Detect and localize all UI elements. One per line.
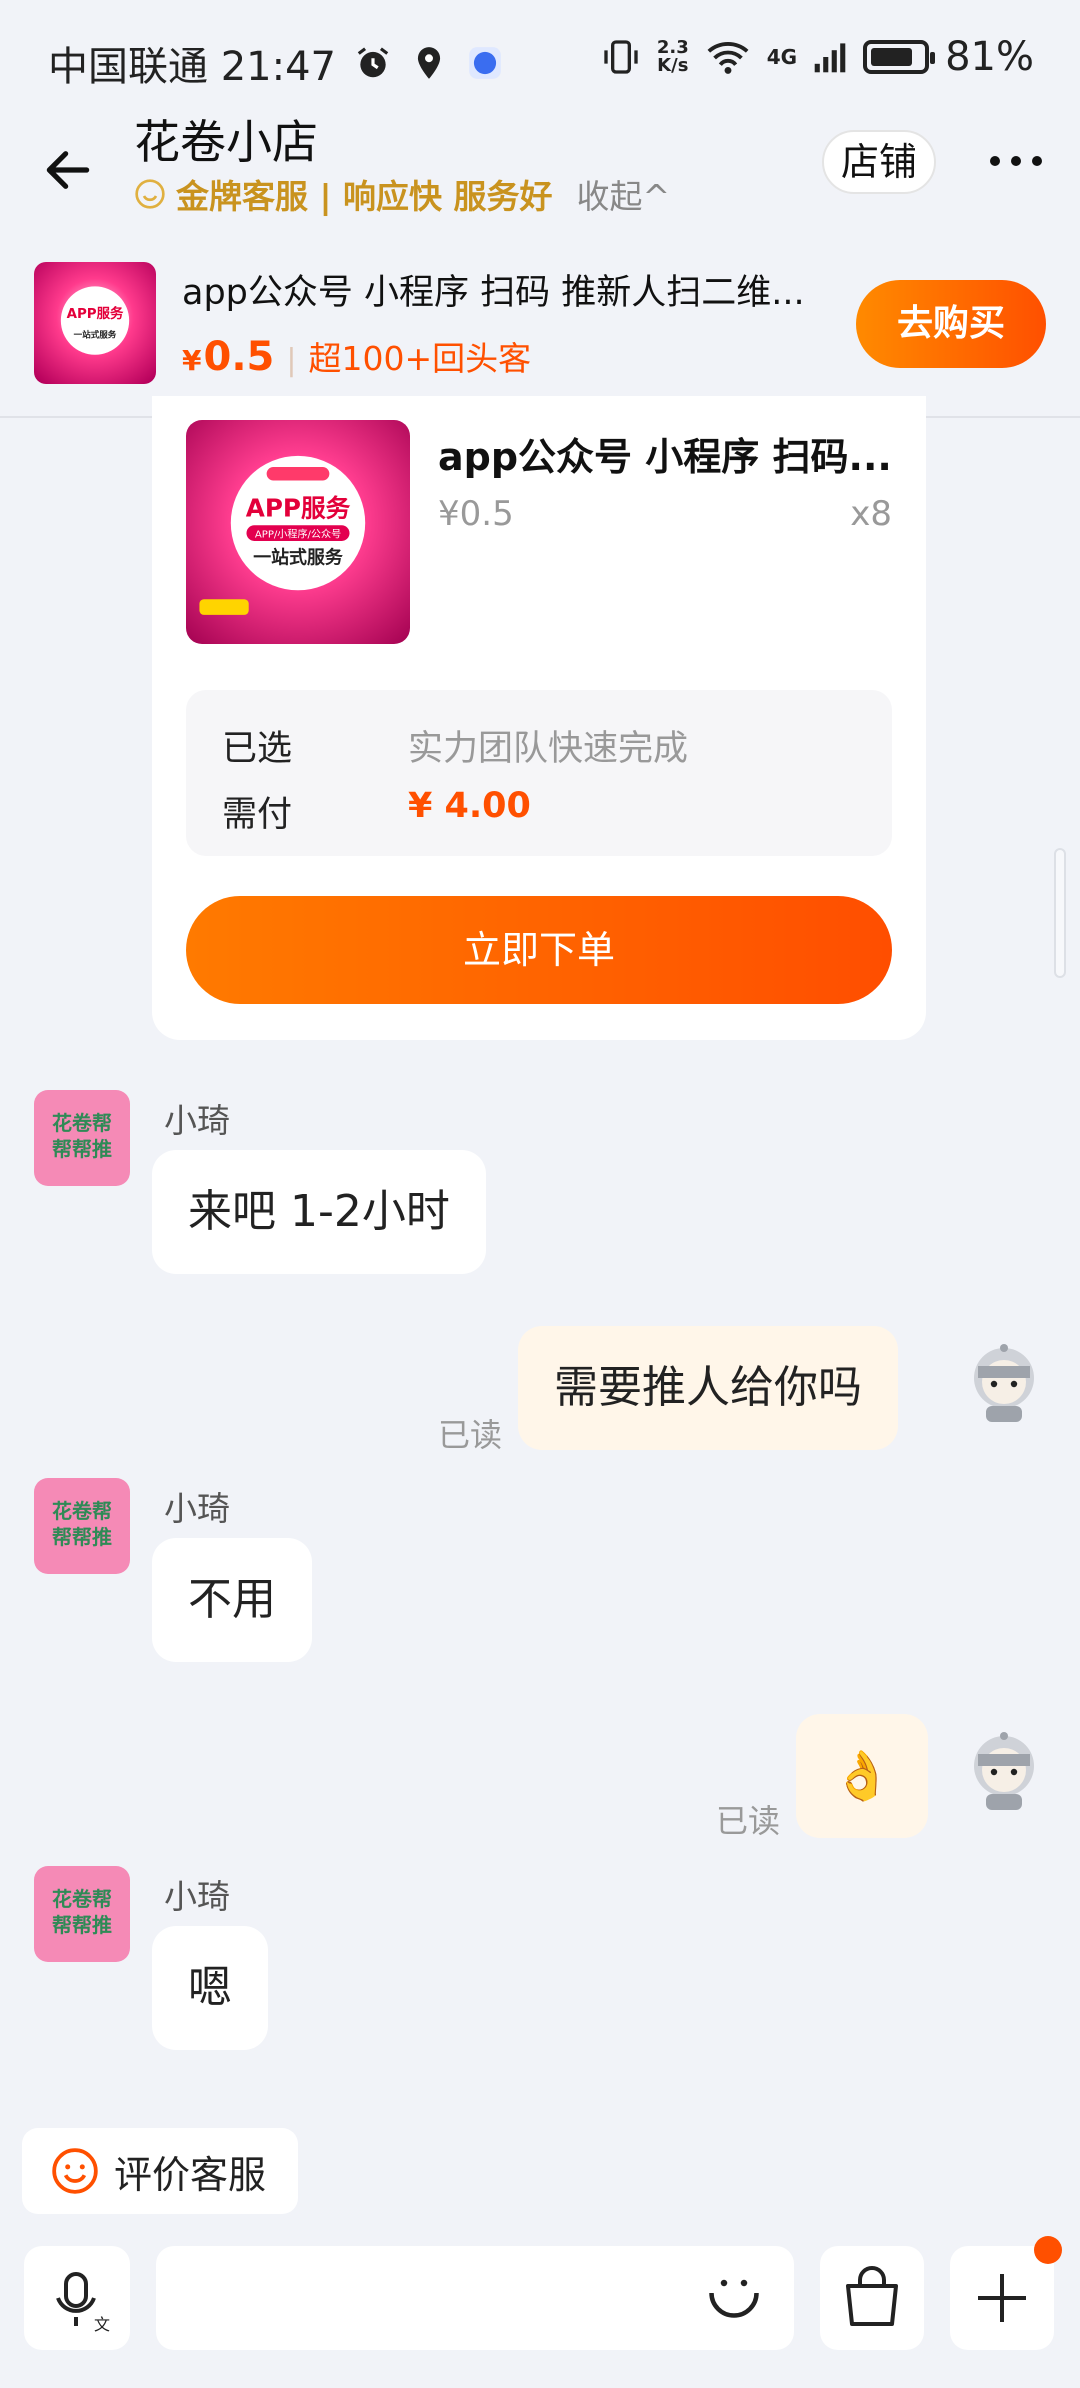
back-arrow-icon[interactable] (40, 142, 96, 198)
order-unit-price: ¥0.5 (438, 494, 514, 534)
shopping-bag-icon (846, 2266, 898, 2326)
selected-value: 实力团队快速完成 (408, 729, 689, 769)
shop-avatar[interactable]: 花卷帮 帮帮推 (34, 1478, 130, 1574)
message-bubble[interactable]: 来吧 1-2小时 (152, 1150, 486, 1274)
product-bar: APP服务 一站式服务 app公众号 小程序 扫码 推新人扫二维... ¥ 0.… (0, 240, 1080, 418)
read-receipt: 已读 (438, 1416, 503, 1454)
rate-service-button[interactable]: 评价客服 (22, 2128, 298, 2214)
smile-icon (52, 2148, 98, 2194)
shop-avatar[interactable]: 花卷帮 帮帮推 (34, 1866, 130, 1962)
service-badge-row: 金牌客服 | 响应快 服务好 收起^ (134, 170, 670, 218)
product-title[interactable]: app公众号 小程序 扫码 推新人扫二维... (182, 264, 822, 315)
more-options-icon[interactable] (990, 146, 1046, 176)
chat-header: 花卷小店 金牌客服 | 响应快 服务好 收起^ 店铺 (0, 100, 1080, 220)
notification-dot (1034, 2236, 1062, 2264)
price-symbol: ¥ (182, 344, 202, 377)
user-avatar[interactable] (956, 1334, 1052, 1430)
message-input[interactable] (156, 2246, 794, 2350)
message-bubble-self[interactable]: 需要推人给你吗 (518, 1326, 898, 1450)
order-thumbnail[interactable]: APP服务 APP/小程序/公众号 一站式服务 (186, 420, 410, 644)
location-icon (417, 47, 441, 79)
sender-name: 小琦 (164, 1877, 230, 1916)
svg-text:APP服务: APP服务 (67, 305, 124, 322)
svg-text:APP/小程序/公众号: APP/小程序/公众号 (255, 528, 341, 541)
microphone-icon: 文 (56, 2272, 110, 2334)
order-card: APP服务 APP/小程序/公众号 一站式服务 app公众号 小程序 扫码...… (152, 396, 926, 1040)
pay-label: 需付 (222, 795, 293, 835)
browser-app-icon (469, 47, 501, 79)
input-bar: 文 (0, 2230, 1080, 2388)
selected-label: 已选 (222, 729, 293, 769)
svg-text:APP服务: APP服务 (246, 493, 351, 522)
svg-text:一站式服务: 一站式服务 (74, 329, 117, 341)
sender-name: 小琦 (164, 1489, 230, 1528)
signal-icon (814, 43, 846, 73)
pay-row: 需付 ¥ 4.00 (222, 786, 531, 837)
signal-label: 4G (766, 45, 798, 69)
user-avatar[interactable] (956, 1722, 1052, 1818)
collapse-toggle[interactable]: 收起^ (577, 170, 671, 218)
emoji-icon[interactable] (704, 2268, 764, 2328)
buy-button[interactable]: 去购买 (856, 280, 1046, 368)
store-button[interactable]: 店铺 (822, 130, 936, 194)
order-summary: 已选 实力团队快速完成 需付 ¥ 4.00 (186, 690, 892, 856)
service-badge: 金牌客服 | 响应快 服务好 (176, 177, 553, 216)
scrollbar[interactable] (1054, 848, 1066, 978)
carrier-time: 中国联通 21:47 (48, 44, 336, 90)
more-actions-button[interactable] (950, 2236, 1062, 2350)
sender-name: 小琦 (164, 1101, 230, 1140)
voice-input-button[interactable]: 文 (24, 2246, 130, 2350)
place-order-button[interactable]: 立即下单 (186, 896, 892, 1004)
smile-badge-icon (135, 179, 165, 209)
plus-icon (978, 2274, 1026, 2322)
message-bubble[interactable]: 嗯 (152, 1926, 268, 2050)
shop-title: 花卷小店 (134, 115, 318, 169)
shopping-bag-button[interactable] (820, 2246, 924, 2350)
selected-row: 已选 实力团队快速完成 (222, 720, 688, 771)
svg-text:文: 文 (94, 2315, 110, 2334)
rate-service-label: 评价客服 (114, 2152, 267, 2197)
read-receipt: 已读 (716, 1802, 781, 1840)
svg-text:一站式服务: 一站式服务 (253, 546, 343, 568)
product-price-row: ¥ 0.5 | 超100+回头客 (182, 334, 532, 380)
alarm-icon (357, 47, 389, 78)
message-bubble-self[interactable]: 👌 (796, 1714, 928, 1838)
product-price: 0.5 (203, 334, 275, 380)
vibrate-icon (604, 40, 638, 74)
battery-icon (863, 40, 936, 74)
order-quantity: x8 (850, 494, 892, 534)
shop-avatar[interactable]: 花卷帮 帮帮推 (34, 1090, 130, 1186)
battery-percent: 81% (945, 34, 1034, 80)
pay-amount: ¥ 4.00 (408, 786, 531, 826)
repeat-customers: 超100+回头客 (308, 339, 532, 378)
order-product-title[interactable]: app公众号 小程序 扫码... (438, 426, 898, 481)
wifi-icon (707, 42, 749, 74)
message-bubble[interactable]: 不用 (152, 1538, 312, 1662)
network-speed: 2.3 K/s (656, 37, 689, 76)
product-thumbnail[interactable]: APP服务 一站式服务 (34, 262, 156, 384)
